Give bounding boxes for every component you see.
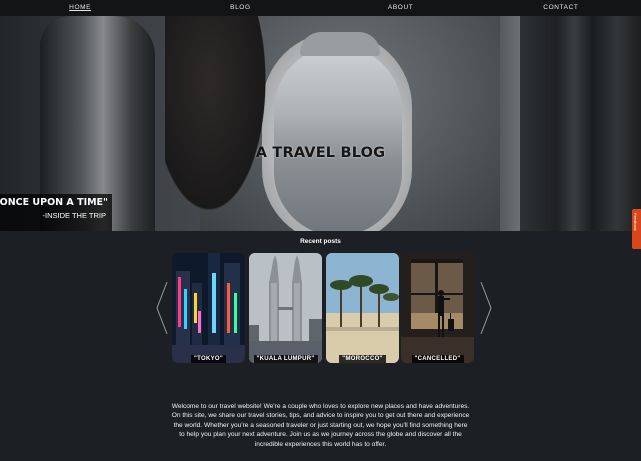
hero-airplane-window-view xyxy=(274,46,402,231)
chevron-right-icon[interactable] xyxy=(479,280,493,336)
hero-window-shade xyxy=(300,32,380,56)
top-nav: HOME BLOG ABOUT CONTACT xyxy=(0,0,641,16)
hero-quote-attribution: -INSIDE THE TRIP xyxy=(42,211,106,220)
post-card-morocco[interactable]: "MOROCCO" xyxy=(326,253,399,363)
post-card-cancelled[interactable]: "CANCELLED" xyxy=(401,253,474,363)
chevron-left-icon[interactable] xyxy=(155,280,169,336)
post-card-tokyo[interactable]: "TOKYO" xyxy=(172,253,245,363)
page-title: A TRAVEL BLOG xyxy=(255,145,386,161)
hero-quote-box: "ONCE UPON A TIME" -INSIDE THE TRIP xyxy=(0,194,112,231)
nav-about-link[interactable]: ABOUT xyxy=(321,0,481,16)
post-card-kuala-lumpur[interactable]: "KUALA LUMPUR" xyxy=(249,253,322,363)
nav-contact-link[interactable]: CONTACT xyxy=(481,0,641,16)
hero-passenger-silhouette xyxy=(165,16,275,231)
post-card-label: "TOKYO" xyxy=(190,355,226,363)
site-description: Welcome to our travel website! We're a c… xyxy=(171,403,470,448)
post-card-label: "CANCELLED" xyxy=(411,355,464,363)
nav-home-link[interactable]: HOME xyxy=(0,0,160,16)
post-card-label: "KUALA LUMPUR" xyxy=(253,355,318,363)
recent-posts-heading: Recent posts xyxy=(300,238,341,245)
nav-blog-link[interactable]: BLOG xyxy=(160,0,320,16)
post-card-label: "MOROCCO" xyxy=(339,355,386,363)
feedback-tab-label: Feedback xyxy=(633,213,638,231)
hero-quote-text: "ONCE UPON A TIME" xyxy=(0,197,108,208)
hero-seats-right xyxy=(520,16,641,231)
